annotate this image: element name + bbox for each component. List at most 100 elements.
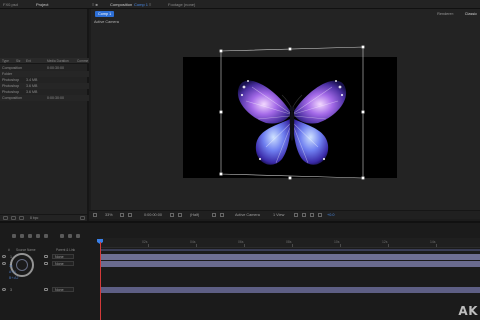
row-duration: 0:00:30:00 [47,66,64,70]
comp-flowchart-icon[interactable] [310,213,314,217]
fast-preview-icon[interactable] [294,213,298,217]
col-ext[interactable]: Ext [26,59,31,63]
parent-pickwhip-icon[interactable] [44,262,48,265]
row-duration: 0:00:30:00 [47,96,64,100]
layer-duration-bar[interactable] [101,261,480,267]
visibility-eye-icon[interactable] [2,288,6,291]
layer-duration-bar[interactable] [101,254,480,260]
project-panel: Type Siz Ext Media Duration Comme Compos… [0,9,89,221]
timeline-column-header: # Source Name Parent & Link [0,248,100,253]
parent-value: None [55,262,64,266]
row-size: 3.6 MB [26,84,38,88]
new-folder-icon[interactable] [11,216,16,220]
visibility-eye-icon[interactable] [2,255,6,258]
row-type: Composition [2,96,22,100]
row-type: Photoshop [2,90,20,94]
transparency-grid-icon[interactable] [220,213,224,217]
playhead-line[interactable] [100,242,101,320]
solo-icon[interactable] [76,234,80,238]
row-size: 3.4 MB [26,78,38,82]
timeline-switches [0,233,100,240]
ruler-tick [244,244,245,247]
project-row[interactable]: Composition 0:00:30:00 [0,95,89,101]
motion-blur-icon[interactable] [36,234,40,238]
col-comment[interactable]: Comme [77,59,88,63]
project-footer: 8 bpc [0,214,89,221]
project-column-header: Type Siz Ext Media Duration Comme [0,58,89,64]
region-of-interest-icon[interactable] [212,213,216,217]
resolution-select[interactable]: (Half) [190,213,199,217]
layer-switch-icon[interactable] [60,234,64,238]
close-tab-icon[interactable]: ≡ [149,2,151,7]
ruler-tick [340,244,341,247]
show-channel-icon[interactable] [178,213,182,217]
comment-icon[interactable] [68,234,72,238]
parent-value: None [55,288,64,292]
col-media-duration[interactable]: Media Duration [47,59,69,63]
ruler-tick [436,244,437,247]
ruler-label: 06s [238,240,244,244]
viewer-controls: 33% 0:00:00:00 (Half) Active Camera 1 Vi… [89,210,480,219]
mask-icon[interactable] [128,213,132,217]
col-parent: Parent & Link [56,248,76,252]
exposure-value[interactable]: +0.0 [327,213,335,217]
layer-duration-bar[interactable] [101,287,480,293]
composition-tab[interactable]: Composition [110,2,132,7]
col-source-name: Source Name [16,248,36,252]
bit-depth[interactable]: 8 bpc [30,216,38,220]
visibility-eye-icon[interactable] [2,262,6,265]
always-preview-icon[interactable] [93,213,97,217]
col-index: # [8,248,10,252]
ruler-tick [292,244,293,247]
new-composition-icon[interactable] [19,216,24,220]
row-type: Photoshop [2,84,20,88]
project-tab[interactable]: Project [36,2,48,7]
ruler-label: 02s [142,240,148,244]
interpret-footage-icon[interactable] [3,216,8,220]
ruler-label: 14s [430,240,436,244]
cursor-highlight-inner [16,259,28,271]
composition-name[interactable]: Comp 1 [134,2,148,7]
ruler-label: 10s [334,240,340,244]
zoom-select[interactable]: 33% [105,213,113,217]
parent-pickwhip-icon[interactable] [44,255,48,258]
timeline-panel: # Source Name Parent & Link 02s 04s 06s … [0,221,480,320]
delete-icon[interactable] [80,216,85,220]
ruler-label: 12s [382,240,388,244]
ruler-tick [388,244,389,247]
cursor-hint: 1x [9,264,13,268]
cursor-hint: B+:A2 [9,276,19,280]
row-type: Folder [2,72,13,76]
current-time[interactable]: 0:00:00:00 [144,213,162,217]
row-type: Composition [2,66,22,70]
parent-pickwhip-icon[interactable] [44,288,48,291]
footage-tab[interactable]: Footage (none) [168,2,195,7]
work-area-bar[interactable] [100,249,480,251]
snapshot-icon[interactable] [170,213,174,217]
top-tab-bar: FX0.psd Project ≡ ■ Composition Comp 1 ≡… [0,0,480,9]
grid-icon[interactable] [120,213,124,217]
ruler-label: 04s [190,240,196,244]
reset-exposure-icon[interactable] [318,213,322,217]
graph-editor-icon[interactable] [44,234,48,238]
row-size: 3.6 MB [26,90,38,94]
panel-menu-icon[interactable]: ≡ ■ [92,2,98,7]
timeline-toggle-icon[interactable] [302,213,306,217]
composition-viewer: Comp 1 Active Camera Renderer: Classic [91,9,480,210]
draft-3d-icon[interactable] [12,234,16,238]
ruler-tick [148,244,149,247]
views-select[interactable]: 1 View [273,213,284,217]
shy-icon[interactable] [20,234,24,238]
file-tab[interactable]: FX0.psd [3,2,18,7]
col-size[interactable]: Siz [16,59,20,63]
ruler-label: 08s [286,240,292,244]
time-ruler[interactable]: 02s 04s 06s 08s 10s 12s 14s [100,238,480,248]
camera-select[interactable]: Active Camera [235,213,260,217]
col-type[interactable]: Type [2,59,9,63]
layer-row[interactable]: 3 None [0,287,100,293]
cursor-hint: A+:1 [9,270,17,274]
frame-blending-icon[interactable] [28,234,32,238]
ruler-tick [196,244,197,247]
layer-index: 3 [10,288,12,292]
channel-watermark: AK [458,304,478,318]
